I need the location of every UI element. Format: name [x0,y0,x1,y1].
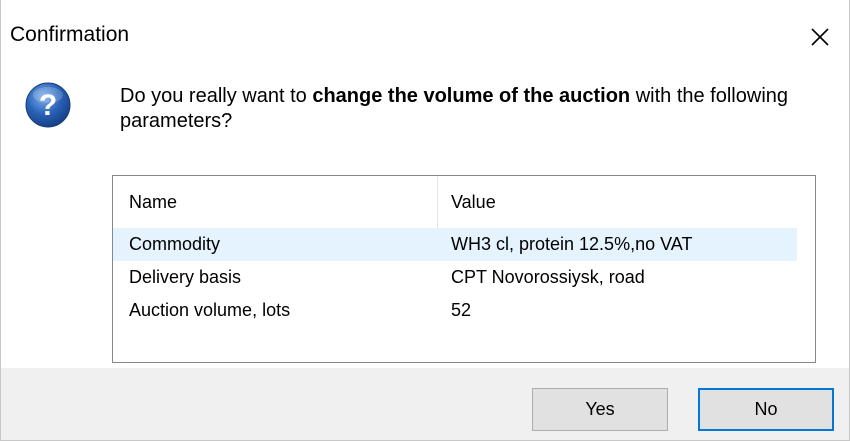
close-button[interactable] [791,0,849,73]
row-value: WH3 cl, protein 12.5%,no VAT [451,234,693,254]
row-name: Commodity [129,234,221,254]
message-bold: change the volume of the auction [312,85,631,107]
row-value: 52 [451,300,472,320]
content-area: ? Do you really want to change the volum… [1,73,849,368]
no-button[interactable]: No [698,388,834,431]
table-row[interactable]: Auction volume, lots 52 [113,294,797,327]
column-header-name[interactable]: Name [129,192,177,213]
confirmation-message: Do you really want to change the volume … [120,84,820,134]
table-row[interactable]: Commodity WH3 cl, protein 12.5%,no VAT [113,228,797,261]
confirmation-dialog: Confirmation ? Do you really want to cha… [0,0,850,441]
message-prefix: Do you really want to [120,85,313,107]
parameters-grid[interactable]: Name Value Commodity WH3 cl, protein 12.… [112,175,816,363]
grid-header: Name Value [113,176,797,228]
column-divider[interactable] [437,176,438,228]
svg-text:?: ? [39,89,57,122]
row-value: CPT Novorossiysk, road [451,267,645,287]
title-bar: Confirmation [1,0,849,73]
row-name: Auction volume, lots [129,300,291,320]
table-row[interactable]: Delivery basis CPT Novorossiysk, road [113,261,797,294]
question-icon: ? [25,82,71,128]
column-header-value[interactable]: Value [451,192,496,213]
row-name: Delivery basis [129,267,242,287]
dialog-title: Confirmation [10,23,130,46]
yes-button[interactable]: Yes [532,388,668,431]
close-icon [811,27,829,46]
